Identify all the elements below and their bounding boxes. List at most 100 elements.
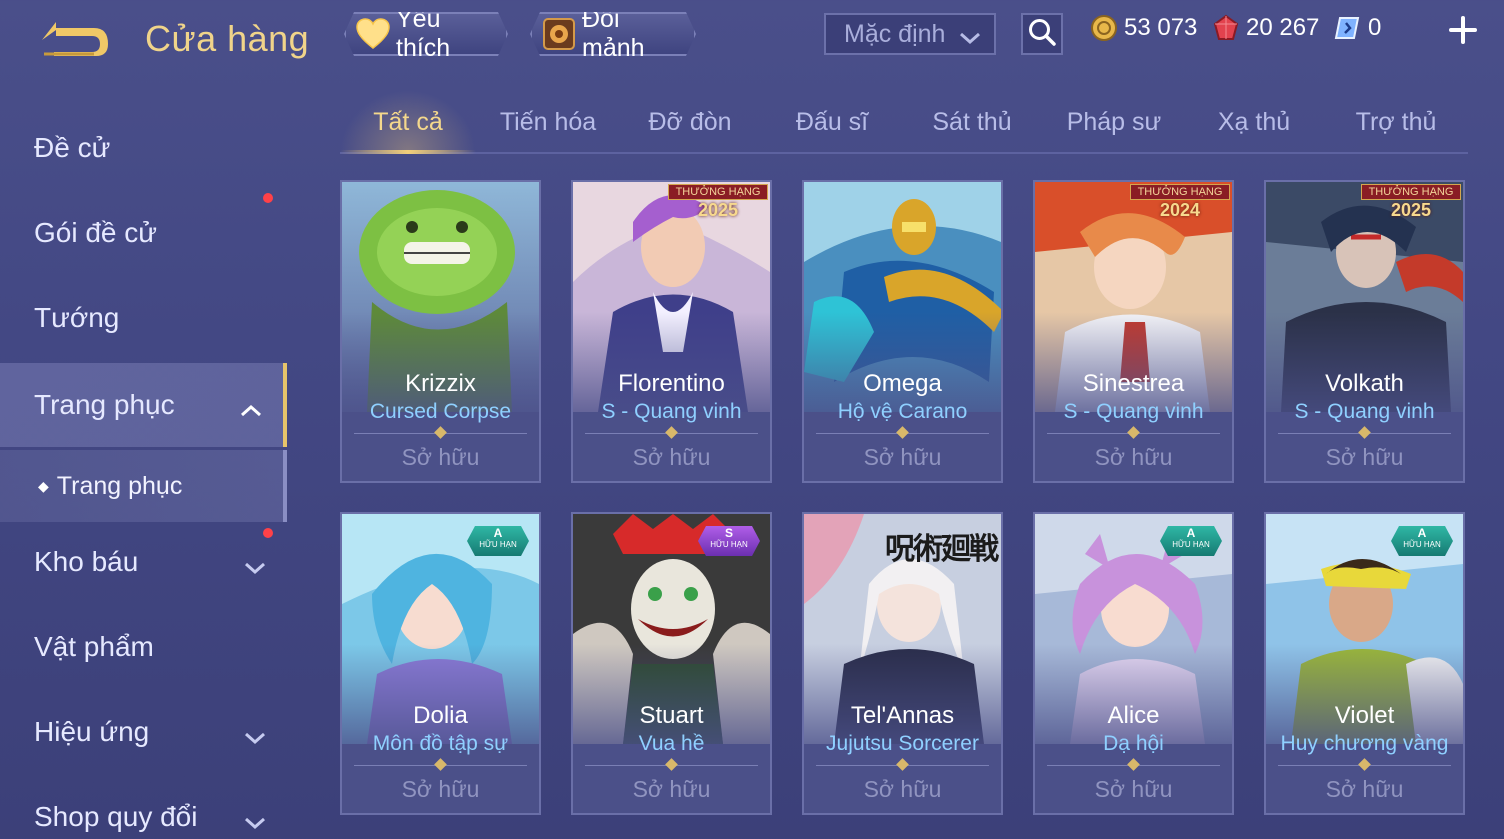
gold-coin-icon: [1090, 14, 1118, 42]
skin-card[interactable]: S HỮU HẠN Stuart Vua hề Sở hữu: [571, 512, 772, 815]
tier-grade: S: [724, 526, 733, 540]
hero-name: Krizzix: [405, 370, 476, 397]
owned-status: Sở hữu: [401, 776, 480, 802]
skin-name: Dạ hội: [1103, 732, 1164, 755]
chevron-down-icon: [958, 25, 982, 54]
tier-note: HỮU HẠN: [710, 540, 748, 549]
sidebar-subitem-label: Trang phục: [56, 471, 183, 500]
skin-name: Môn đồ tập sự: [372, 732, 509, 755]
skin-name: Jujutsu Sorcerer: [826, 732, 979, 755]
sidebar-item-featured[interactable]: Đề cử: [0, 108, 287, 188]
limited-tier-badge: A HỮU HẠN: [1391, 526, 1453, 556]
tab-all[interactable]: Tất cả: [340, 108, 476, 137]
tier-note: HỮU HẠN: [1172, 540, 1210, 549]
sidebar-item-effects[interactable]: Hiệu ứng: [0, 692, 287, 772]
rank-reward-badge: THƯỞNG HẠNG 2024: [1130, 184, 1230, 228]
skin-name: Cursed Corpse: [369, 400, 512, 423]
owned-status: Sở hữu: [632, 776, 711, 802]
plus-icon: [1447, 16, 1479, 50]
hero-name: Sinestrea: [1082, 370, 1185, 397]
search-icon: [1027, 17, 1057, 52]
skin-card[interactable]: Omega Hộ vệ Carano Sở hữu: [802, 180, 1003, 483]
sort-selected-value: Mặc định: [844, 19, 946, 48]
skin-card[interactable]: THƯỞNG HẠNG 2024 Sinestrea S - Quang vin…: [1033, 180, 1234, 483]
owned-status: Sở hữu: [863, 444, 942, 470]
owned-status: Sở hữu: [1325, 444, 1404, 470]
rank-reward-label: THƯỞNG HẠNG: [668, 184, 768, 200]
sidebar-item-label: Shop quy đổi: [34, 801, 198, 832]
skin-name: Huy chương vàng: [1280, 732, 1449, 755]
tab-mage[interactable]: Pháp sư: [1046, 108, 1182, 137]
sidebar-item-label: Vật phẩm: [34, 631, 154, 662]
notification-dot: [263, 193, 273, 203]
active-tab-underline: [340, 150, 476, 154]
hero-name: Stuart: [639, 702, 704, 729]
skin-name: Hộ vệ Carano: [837, 400, 968, 423]
ruby-currency: 20 267: [1212, 14, 1319, 42]
rank-reward-badge: THƯỞNG HẠNG 2025: [668, 184, 768, 228]
tier-grade: A: [1186, 526, 1196, 540]
owned-status: Sở hữu: [401, 444, 480, 470]
sidebar-item-label: Đề cử: [34, 132, 111, 163]
skin-card[interactable]: THƯỞNG HẠNG 2025 Volkath S - Quang vinh …: [1264, 180, 1465, 483]
sidebar: Đề cử Gói đề cử Tướng Trang phục ◆ Trang…: [0, 100, 287, 839]
skin-card[interactable]: THƯỞNG HẠNG 2025 Florentino S - Quang vi…: [571, 180, 772, 483]
tab-evolution[interactable]: Tiến hóa: [480, 108, 616, 137]
rank-reward-year: 2025: [1390, 200, 1432, 220]
sidebar-item-exchange-shop[interactable]: Shop quy đổi: [0, 777, 287, 839]
rank-reward-year: 2025: [697, 200, 739, 220]
hero-name: Violet: [1334, 702, 1395, 729]
limited-tier-badge: S HỮU HẠN: [698, 526, 760, 556]
rank-reward-badge: THƯỞNG HẠNG 2025: [1361, 184, 1461, 228]
limited-tier-badge: A HỮU HẠN: [1160, 526, 1222, 556]
sidebar-item-featured-packs[interactable]: Gói đề cử: [0, 193, 287, 273]
tier-grade: A: [1417, 526, 1427, 540]
diamond-bullet-icon: ◆: [38, 477, 49, 494]
back-arrow-icon[interactable]: [34, 18, 114, 62]
hero-name: Dolia: [413, 702, 468, 729]
owned-status: Sở hữu: [1325, 776, 1404, 802]
sidebar-subitem-skins[interactable]: ◆ Trang phục: [0, 450, 287, 522]
owned-status: Sở hữu: [863, 776, 942, 802]
chevron-down-icon: [243, 552, 267, 584]
tier-note: HỮU HẠN: [1403, 540, 1441, 549]
sidebar-item-heroes[interactable]: Tướng: [0, 278, 287, 358]
sort-dropdown[interactable]: Mặc định: [824, 13, 996, 55]
rank-reward-label: THƯỞNG HẠNG: [1361, 184, 1461, 200]
shard-chest-icon: [542, 16, 576, 52]
skin-card[interactable]: 呪術廻戦 Tel'Annas Jujutsu Sorcerer Sở hữu: [802, 512, 1003, 815]
page-title: Cửa hàng: [145, 18, 310, 59]
skin-name: S - Quang vinh: [1063, 400, 1204, 423]
sidebar-item-label: Tướng: [34, 302, 120, 333]
skin-card[interactable]: A HỮU HẠN Violet Huy chương vàng Sở hữu: [1264, 512, 1465, 815]
sidebar-item-label: Hiệu ứng: [34, 716, 150, 747]
sidebar-item-skins[interactable]: Trang phục: [0, 363, 287, 447]
notification-dot: [263, 528, 273, 538]
tier-note: HỮU HẠN: [479, 540, 517, 549]
hero-name: Florentino: [618, 370, 725, 397]
tab-assassin[interactable]: Sát thủ: [904, 108, 1040, 137]
hero-name: Volkath: [1325, 370, 1404, 397]
skin-card[interactable]: A HỮU HẠN Dolia Môn đồ tập sự Sở hữu: [340, 512, 541, 815]
tab-marksman[interactable]: Xạ thủ: [1186, 108, 1322, 137]
ruby-gem-icon: [1212, 14, 1240, 42]
tab-fighter[interactable]: Đấu sĩ: [764, 108, 900, 137]
gold-currency: 53 073: [1090, 14, 1197, 42]
tab-support[interactable]: Trợ thủ: [1328, 108, 1464, 137]
chevron-down-icon: [243, 807, 267, 839]
sidebar-item-items[interactable]: Vật phẩm: [0, 607, 287, 687]
favorite-button[interactable]: Yêu thích: [344, 12, 508, 56]
ruby-amount: 20 267: [1246, 14, 1320, 41]
add-currency-button[interactable]: [1447, 14, 1479, 46]
limited-tier-badge: A HỮU HẠN: [467, 526, 529, 556]
skin-card[interactable]: A HỮU HẠN Alice Dạ hội Sở hữu: [1033, 512, 1234, 815]
search-button[interactable]: [1021, 13, 1063, 55]
tab-tank[interactable]: Đỡ đòn: [622, 108, 758, 137]
owned-status: Sở hữu: [1094, 444, 1173, 470]
skin-card[interactable]: Krizzix Cursed Corpse Sở hữu: [340, 180, 541, 483]
skin-name: Vua hề: [638, 732, 705, 755]
sidebar-item-treasure[interactable]: Kho báu: [0, 522, 287, 602]
exchange-shards-button[interactable]: Đổi mảnh: [530, 12, 696, 56]
heart-icon: [356, 16, 390, 52]
collab-title: 呪術廻戦: [885, 532, 999, 567]
